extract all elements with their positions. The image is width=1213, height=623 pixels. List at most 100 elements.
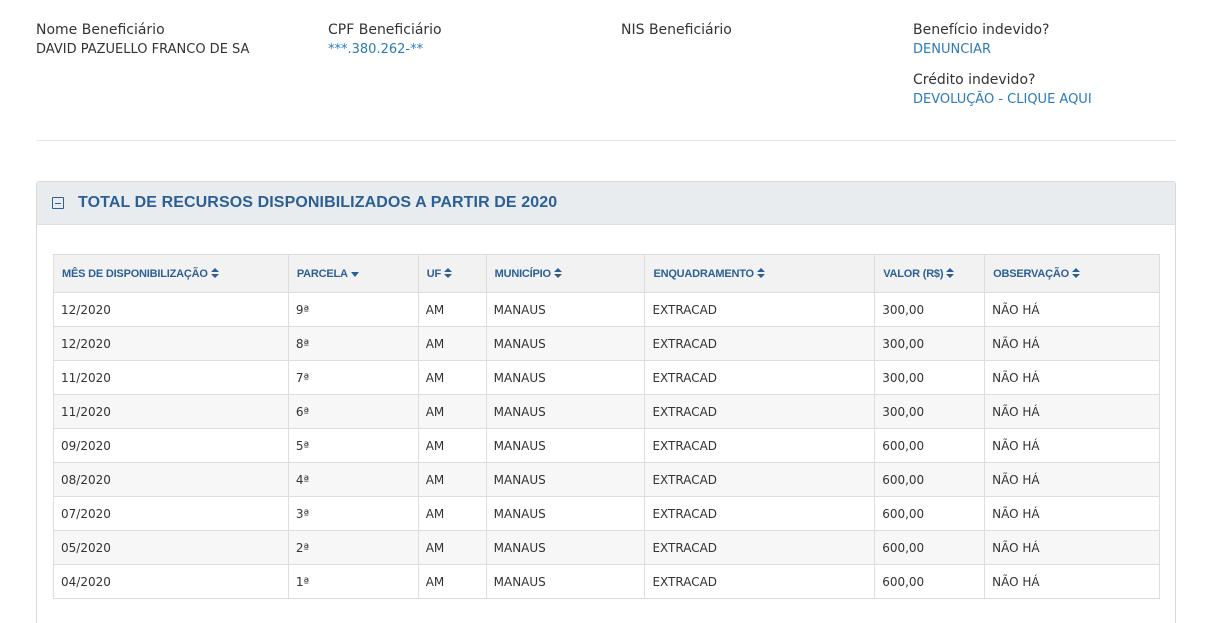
cell-observation: NÃO HÁ [984, 496, 1160, 531]
beneficiary-nis-label: NIS Beneficiário [621, 22, 732, 38]
table-row: 04/2020 1ª AM MANAUS EXTRACAD 600,00 NÃO HÁ [53, 564, 1160, 599]
table-row: 12/2020 8ª AM MANAUS EXTRACAD 300,00 NÃO HÁ [53, 326, 1160, 361]
column-header-uf[interactable]: UF [417, 254, 487, 293]
cell-installment: 9ª [287, 292, 419, 327]
cell-month: 08/2020 [53, 462, 289, 497]
sort-icon [553, 267, 562, 278]
panel-header[interactable]: TOTAL DE RECURSOS DISPONIBILIZADOS A PAR… [37, 182, 1175, 225]
column-header-municipality[interactable]: MUNICÍPIO [485, 254, 646, 293]
cell-uf: AM [417, 564, 487, 599]
cell-municipality: MANAUS [485, 394, 646, 429]
cell-month: 09/2020 [53, 428, 289, 463]
cell-classification: EXTRACAD [644, 360, 876, 395]
beneficiary-name-group: Nome Beneficiário DAVID PAZUELLO FRANCO … [36, 20, 249, 60]
column-header-label: MUNICÍPIO [494, 267, 551, 280]
column-header-installment[interactable]: PARCELA [287, 254, 419, 293]
cell-month: 11/2020 [53, 360, 289, 395]
cell-installment: 8ª [287, 326, 419, 361]
cell-value: 300,00 [874, 326, 986, 361]
column-header-value[interactable]: VALOR (R$) [874, 254, 986, 293]
cell-month: 12/2020 [53, 292, 289, 327]
cell-municipality: MANAUS [485, 564, 646, 599]
resources-panel: TOTAL DE RECURSOS DISPONIBILIZADOS A PAR… [36, 181, 1176, 623]
column-header-classification[interactable]: ENQUADRAMENTO [644, 254, 876, 293]
cell-municipality: MANAUS [485, 292, 646, 327]
cell-classification: EXTRACAD [644, 496, 876, 531]
cell-value: 600,00 [874, 496, 986, 531]
cell-value: 600,00 [874, 462, 986, 497]
denounce-link[interactable]: DENUNCIAR [913, 40, 1092, 60]
cell-month: 04/2020 [53, 564, 289, 599]
cell-value: 600,00 [874, 428, 986, 463]
cell-month: 11/2020 [53, 394, 289, 429]
cell-observation: NÃO HÁ [984, 326, 1160, 361]
cell-uf: AM [417, 394, 487, 429]
column-header-month[interactable]: MÊS DE DISPONIBILIZAÇÃO [53, 254, 289, 293]
cell-month: 05/2020 [53, 530, 289, 565]
beneficiary-info: Nome Beneficiário DAVID PAZUELLO FRANCO … [36, 20, 1176, 140]
table-row: 09/2020 5ª AM MANAUS EXTRACAD 600,00 NÃO HÁ [53, 428, 1160, 463]
cell-month: 07/2020 [53, 496, 289, 531]
cell-classification: EXTRACAD [644, 462, 876, 497]
beneficiary-cpf-group: CPF Beneficiário ***.380.262-** [328, 20, 442, 60]
sort-descending-icon [350, 271, 359, 277]
resources-table: MÊS DE DISPONIBILIZAÇÃO PARCELA UF MUNICÍPI… [53, 254, 1160, 599]
cell-observation: NÃO HÁ [984, 360, 1160, 395]
table-row: 12/2020 9ª AM MANAUS EXTRACAD 300,00 NÃO HÁ [53, 292, 1160, 327]
column-header-label: UF [426, 267, 441, 280]
table-row: 07/2020 3ª AM MANAUS EXTRACAD 600,00 NÃO HÁ [53, 496, 1160, 531]
column-header-label: PARCELA [296, 267, 348, 280]
column-header-label: VALOR (R$) [883, 267, 944, 280]
cell-municipality: MANAUS [485, 428, 646, 463]
sort-icon [1071, 267, 1080, 278]
column-header-label: MÊS DE DISPONIBILIZAÇÃO [62, 267, 208, 280]
undue-benefit-label: Benefício indevido? [913, 22, 1050, 38]
beneficiary-cpf-link[interactable]: ***.380.262-** [328, 40, 442, 60]
column-header-label: ENQUADRAMENTO [653, 267, 754, 280]
cell-observation: NÃO HÁ [984, 530, 1160, 565]
sort-icon [946, 267, 955, 278]
sort-icon [443, 267, 452, 278]
table-row: 08/2020 4ª AM MANAUS EXTRACAD 600,00 NÃO HÁ [53, 462, 1160, 497]
table-row: 11/2020 7ª AM MANAUS EXTRACAD 300,00 NÃO HÁ [53, 360, 1160, 395]
cell-month: 12/2020 [53, 326, 289, 361]
beneficiary-nis-group: NIS Beneficiário [621, 20, 732, 40]
cell-classification: EXTRACAD [644, 428, 876, 463]
cell-value: 300,00 [874, 360, 986, 395]
cell-uf: AM [417, 462, 487, 497]
cell-municipality: MANAUS [485, 326, 646, 361]
table-header-row: MÊS DE DISPONIBILIZAÇÃO PARCELA UF MUNICÍPI… [53, 254, 1160, 293]
cell-uf: AM [417, 326, 487, 361]
cell-observation: NÃO HÁ [984, 394, 1160, 429]
cell-installment: 2ª [287, 530, 419, 565]
undue-credit-label: Crédito indevido? [913, 72, 1036, 88]
beneficiary-name-label: Nome Beneficiário [36, 22, 165, 38]
table-row: 11/2020 6ª AM MANAUS EXTRACAD 300,00 NÃO HÁ [53, 394, 1160, 429]
sort-icon [210, 267, 219, 278]
cell-uf: AM [417, 292, 487, 327]
cell-installment: 1ª [287, 564, 419, 599]
cell-municipality: MANAUS [485, 462, 646, 497]
cell-installment: 5ª [287, 428, 419, 463]
panel-title: TOTAL DE RECURSOS DISPONIBILIZADOS A PAR… [78, 194, 558, 211]
refund-link[interactable]: DEVOLUÇÃO - CLIQUE AQUI [913, 90, 1092, 110]
sort-icon [756, 267, 765, 278]
column-header-observation[interactable]: OBSERVAÇÃO [984, 254, 1160, 293]
page: Nome Beneficiário DAVID PAZUELLO FRANCO … [0, 0, 1213, 623]
cell-installment: 3ª [287, 496, 419, 531]
cell-municipality: MANAUS [485, 496, 646, 531]
cell-uf: AM [417, 360, 487, 395]
cell-classification: EXTRACAD [644, 292, 876, 327]
cell-value: 300,00 [874, 292, 986, 327]
collapse-minus-icon[interactable] [52, 197, 64, 209]
cell-classification: EXTRACAD [644, 394, 876, 429]
beneficiary-cpf-label: CPF Beneficiário [328, 22, 442, 38]
cell-value: 600,00 [874, 530, 986, 565]
cell-observation: NÃO HÁ [984, 564, 1160, 599]
cell-uf: AM [417, 496, 487, 531]
cell-municipality: MANAUS [485, 530, 646, 565]
section-divider [36, 140, 1176, 141]
cell-value: 300,00 [874, 394, 986, 429]
cell-installment: 7ª [287, 360, 419, 395]
cell-municipality: MANAUS [485, 360, 646, 395]
